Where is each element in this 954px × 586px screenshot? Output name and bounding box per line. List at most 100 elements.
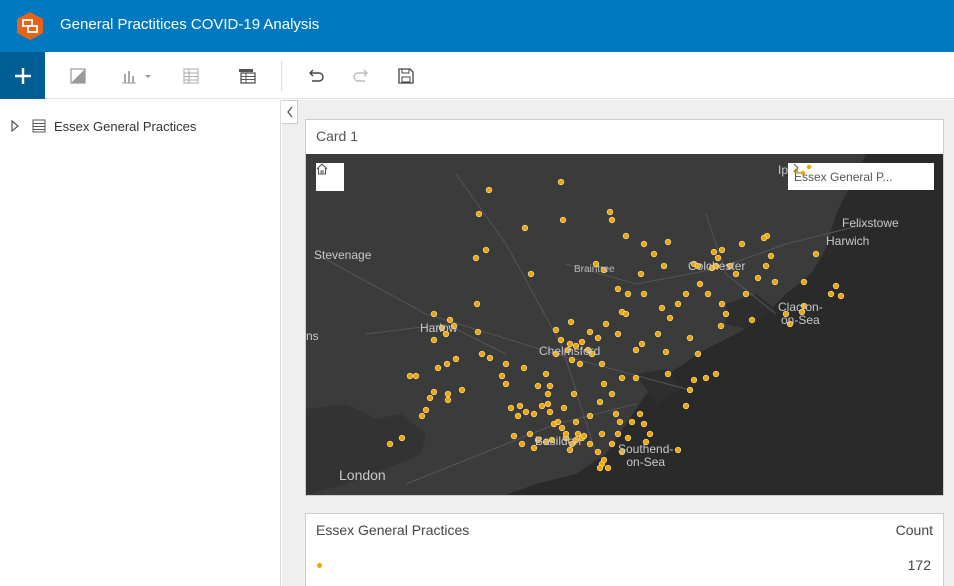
practice-point[interactable] <box>554 418 562 426</box>
practice-point[interactable] <box>426 394 434 402</box>
practice-point[interactable] <box>568 356 576 364</box>
undo-button[interactable] <box>306 66 326 86</box>
practice-point[interactable] <box>430 388 438 396</box>
practice-point[interactable] <box>660 262 668 270</box>
practice-point[interactable] <box>608 216 616 224</box>
practice-point[interactable] <box>552 326 560 334</box>
practice-point[interactable] <box>510 432 518 440</box>
expand-icon[interactable] <box>10 120 20 132</box>
practice-point[interactable] <box>686 334 694 342</box>
practice-point[interactable] <box>686 386 694 394</box>
practice-point[interactable] <box>754 274 762 282</box>
practice-point[interactable] <box>800 278 808 286</box>
practice-point[interactable] <box>557 336 565 344</box>
practice-point[interactable] <box>662 348 670 356</box>
practice-point[interactable] <box>598 430 606 438</box>
practice-point[interactable] <box>527 270 535 278</box>
practice-point[interactable] <box>412 372 420 380</box>
summary-table-card[interactable]: Essex General Practices Count 172 <box>305 513 944 586</box>
map-button[interactable] <box>68 66 88 86</box>
practice-point[interactable] <box>640 290 648 298</box>
practice-point[interactable] <box>616 418 624 426</box>
practice-point[interactable] <box>514 412 522 420</box>
practice-point[interactable] <box>598 360 606 368</box>
practice-point[interactable] <box>690 376 698 384</box>
practice-point[interactable] <box>586 440 594 448</box>
practice-point[interactable] <box>596 398 604 406</box>
practice-point[interactable] <box>530 410 538 418</box>
practice-point[interactable] <box>664 238 672 246</box>
practice-point[interactable] <box>498 372 506 380</box>
practice-point[interactable] <box>832 282 840 290</box>
practice-point[interactable] <box>622 310 630 318</box>
practice-point[interactable] <box>570 390 578 398</box>
data-view-button[interactable] <box>237 66 257 86</box>
practice-point[interactable] <box>632 374 640 382</box>
practice-point[interactable] <box>718 300 726 308</box>
map-card[interactable]: Card 1 Ip Felixstowe Harwich Stevenage B… <box>305 119 944 496</box>
practice-point[interactable] <box>712 370 720 378</box>
practice-point[interactable] <box>666 314 674 322</box>
practice-point[interactable] <box>594 334 602 342</box>
practice-point[interactable] <box>572 418 580 426</box>
practice-point[interactable] <box>654 330 662 338</box>
table-button[interactable] <box>181 66 201 86</box>
practice-point[interactable] <box>520 364 528 372</box>
practice-point[interactable] <box>538 402 546 410</box>
practice-point[interactable] <box>418 412 426 420</box>
practice-point[interactable] <box>640 420 648 428</box>
practice-point[interactable] <box>748 316 756 324</box>
practice-point[interactable] <box>702 374 710 382</box>
practice-point[interactable] <box>608 440 616 448</box>
practice-point[interactable] <box>640 240 648 248</box>
practice-point[interactable] <box>444 390 452 398</box>
practice-point[interactable] <box>742 290 750 298</box>
practice-point[interactable] <box>486 354 494 362</box>
practice-point[interactable] <box>718 246 726 254</box>
practice-point[interactable] <box>606 208 614 216</box>
add-button[interactable] <box>0 52 45 99</box>
practice-point[interactable] <box>694 350 702 358</box>
practice-point[interactable] <box>604 464 612 472</box>
practice-point[interactable] <box>722 310 730 318</box>
practice-point[interactable] <box>544 400 552 408</box>
practice-point[interactable] <box>636 410 644 418</box>
chart-button[interactable] <box>118 66 156 86</box>
dataset-item[interactable]: Essex General Practices <box>10 116 196 136</box>
collapse-pane-button[interactable] <box>282 100 298 124</box>
practice-point[interactable] <box>760 234 768 242</box>
practice-point[interactable] <box>544 390 552 398</box>
practice-point[interactable] <box>475 210 483 218</box>
practice-point[interactable] <box>602 320 610 328</box>
practice-point[interactable] <box>650 250 658 258</box>
practice-point[interactable] <box>430 310 438 318</box>
practice-point[interactable] <box>618 374 626 382</box>
practice-point[interactable] <box>534 382 542 390</box>
practice-point[interactable] <box>526 430 534 438</box>
practice-point[interactable] <box>664 370 672 378</box>
practice-point[interactable] <box>837 292 845 300</box>
practice-point[interactable] <box>473 300 481 308</box>
practice-point[interactable] <box>557 178 565 186</box>
practice-point[interactable] <box>717 322 725 330</box>
practice-point[interactable] <box>516 402 524 410</box>
practice-point[interactable] <box>521 224 529 232</box>
practice-point[interactable] <box>482 246 490 254</box>
practice-point[interactable] <box>406 372 414 380</box>
practice-point[interactable] <box>546 408 554 416</box>
practice-point[interactable] <box>767 252 775 260</box>
practice-point[interactable] <box>522 408 530 416</box>
practice-point[interactable] <box>614 285 622 293</box>
redo-button[interactable] <box>351 66 371 86</box>
practice-point[interactable] <box>638 340 646 348</box>
practice-point[interactable] <box>566 446 574 454</box>
practice-point[interactable] <box>452 355 460 363</box>
practice-point[interactable] <box>386 440 394 448</box>
practice-point[interactable] <box>704 290 712 298</box>
practice-point[interactable] <box>559 216 567 224</box>
practice-point[interactable] <box>600 380 608 388</box>
practice-point[interactable] <box>507 404 515 412</box>
insights-logo-icon[interactable] <box>15 11 45 41</box>
practice-point[interactable] <box>710 248 718 256</box>
practice-point[interactable] <box>682 402 690 410</box>
